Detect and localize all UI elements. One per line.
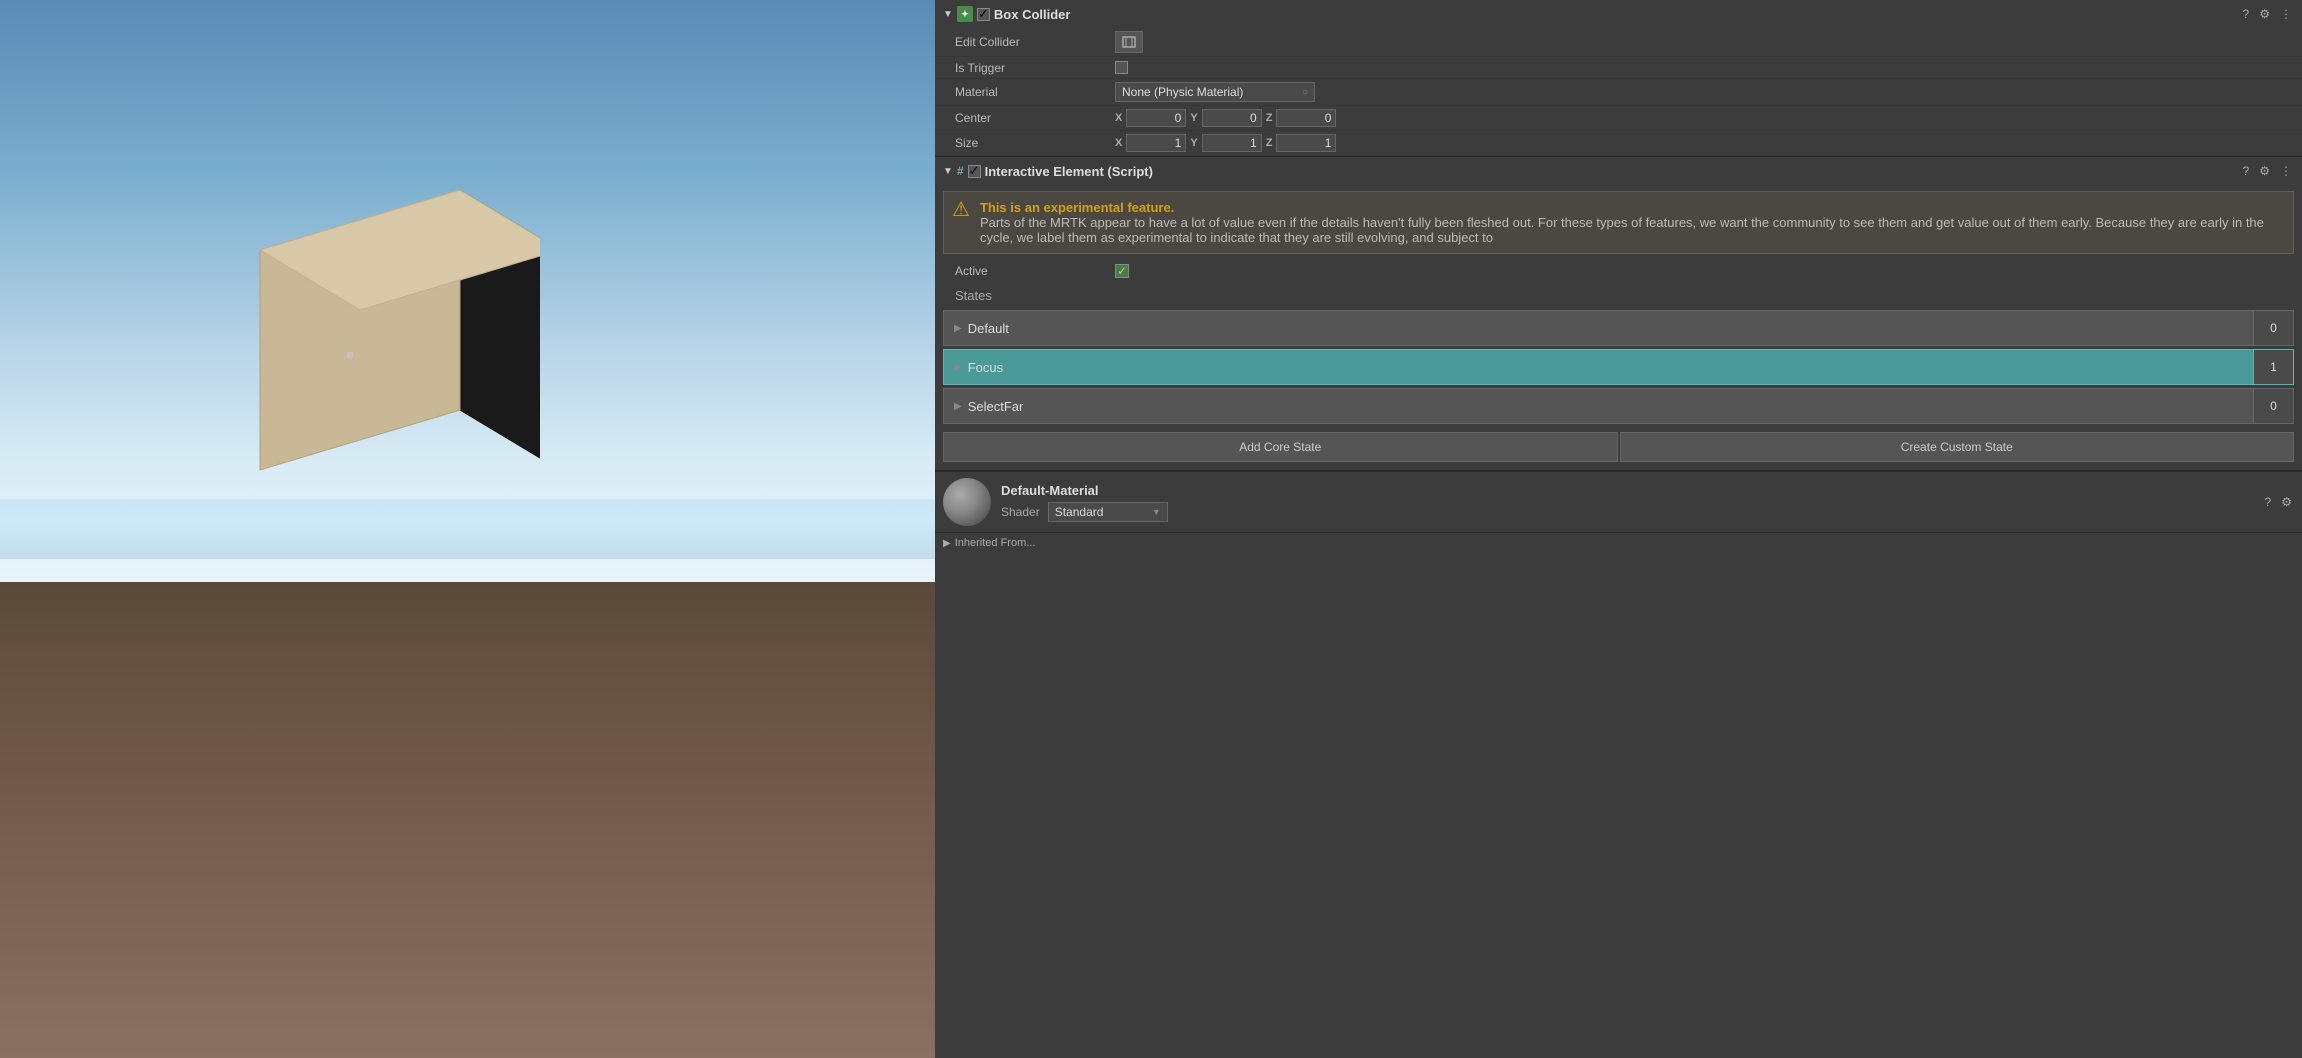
active-checkbox[interactable]: ✓ — [1115, 264, 1129, 278]
states-label: States — [935, 282, 2302, 307]
warning-body: Parts of the MRTK appear to have a lot o… — [980, 215, 2285, 245]
state-default-arrow: ▶ — [954, 323, 962, 334]
warning-triangle-icon: ⚠ — [952, 200, 970, 245]
edit-collider-row: Edit Collider — [935, 28, 2302, 57]
state-content-default[interactable]: ▶ Default — [943, 310, 2254, 346]
interactive-element-menu-icon[interactable]: ⋮ — [2278, 162, 2294, 180]
create-custom-state-button[interactable]: Create Custom State — [1620, 432, 2295, 462]
material-value: None (Physic Material) ○ — [1115, 82, 2294, 102]
interactive-element-help-icon[interactable]: ? — [2241, 162, 2252, 180]
center-label: Center — [955, 111, 1115, 125]
material-name: Default-Material — [1001, 483, 2253, 498]
state-selectfar-arrow: ▶ — [954, 401, 962, 412]
interactive-element-collapse-arrow[interactable]: ▼ — [943, 166, 953, 177]
center-y-label: Y — [1190, 112, 1197, 124]
warning-title: This is an experimental feature. — [980, 200, 2285, 215]
interactive-element-enabled-checkbox[interactable]: ✓ — [968, 165, 981, 178]
ground-background — [0, 582, 935, 1058]
next-section-collapse: ▶ Inherited From... — [935, 532, 2302, 553]
box-collider-right-icons: ? ⚙ ⋮ — [2241, 5, 2294, 23]
center-x-label: X — [1115, 112, 1122, 124]
size-value: X Y Z — [1115, 134, 2294, 152]
material-settings-icon[interactable]: ⚙ — [2279, 493, 2294, 511]
box-collider-collapse-arrow[interactable]: ▼ — [943, 9, 953, 20]
experimental-warning-box: ⚠ This is an experimental feature. Parts… — [943, 191, 2294, 254]
material-preview-ball — [943, 478, 991, 526]
material-help-icon[interactable]: ? — [2263, 493, 2274, 511]
state-row-focus: ▶ Focus 1 — [943, 349, 2294, 385]
box-collider-header: ▼ ✦ ✓ Box Collider ? ⚙ ⋮ — [935, 0, 2302, 28]
state-row-selectfar: ▶ SelectFar 0 — [943, 388, 2294, 424]
size-z-input[interactable] — [1276, 134, 1336, 152]
action-buttons-row: Add Core State Create Custom State — [943, 432, 2294, 462]
state-selectfar-name: SelectFar — [968, 399, 1024, 414]
inspector-panel: ▼ ✦ ✓ Box Collider ? ⚙ ⋮ Edit Collider — [935, 0, 2302, 1058]
state-focus-name: Focus — [968, 360, 1003, 375]
material-dropdown[interactable]: None (Physic Material) ○ — [1115, 82, 1315, 102]
next-section-label: Inherited From... — [955, 537, 1036, 549]
shader-dropdown-text: Standard — [1055, 505, 1104, 519]
size-row: Size X Y Z — [935, 131, 2302, 156]
size-y-input[interactable] — [1202, 134, 1262, 152]
material-dropdown-circle: ○ — [1302, 87, 1308, 98]
state-selectfar-number: 0 — [2254, 388, 2294, 424]
box-collider-enabled-checkbox[interactable]: ✓ — [977, 8, 990, 21]
shader-dropdown[interactable]: Standard ▼ — [1048, 502, 1168, 522]
box-collider-icon: ✦ — [957, 6, 973, 22]
center-x-input[interactable] — [1126, 109, 1186, 127]
material-dropdown-text: None (Physic Material) — [1122, 85, 1243, 99]
state-default-number: 0 — [2254, 310, 2294, 346]
state-content-focus[interactable]: ▶ Focus — [943, 349, 2254, 385]
shader-label: Shader — [1001, 505, 1040, 519]
box-collider-section: ▼ ✦ ✓ Box Collider ? ⚙ ⋮ Edit Collider — [935, 0, 2302, 157]
interactive-element-section: ▼ # ✓ Interactive Element (Script) ? ⚙ ⋮… — [935, 157, 2302, 471]
material-info: Default-Material Shader Standard ▼ — [1001, 483, 2253, 522]
size-z-label: Z — [1266, 137, 1273, 149]
material-right-icons: ? ⚙ — [2263, 493, 2294, 511]
size-x-input[interactable] — [1126, 134, 1186, 152]
is-trigger-label: Is Trigger — [955, 61, 1115, 75]
box-collider-menu-icon[interactable]: ⋮ — [2278, 5, 2294, 23]
is-trigger-value — [1115, 61, 2294, 74]
state-focus-number: 1 — [2254, 349, 2294, 385]
state-row-default: ▶ Default 0 — [943, 310, 2294, 346]
center-value: X Y Z — [1115, 109, 2294, 127]
edit-collider-button[interactable] — [1115, 31, 1143, 53]
shader-row: Shader Standard ▼ — [1001, 502, 2253, 522]
box-collider-title: Box Collider — [994, 7, 2237, 22]
material-label: Material — [955, 85, 1115, 99]
size-y-label: Y — [1190, 137, 1197, 149]
hash-icon: # — [957, 164, 964, 178]
shader-dropdown-arrow: ▼ — [1152, 507, 1161, 517]
warning-content: This is an experimental feature. Parts o… — [980, 200, 2285, 245]
size-label: Size — [955, 136, 1115, 150]
box-collider-help-icon[interactable]: ? — [2241, 5, 2252, 23]
edit-collider-btn-icon — [1121, 35, 1137, 49]
interactive-element-settings-icon[interactable]: ⚙ — [2257, 162, 2272, 180]
material-section: Default-Material Shader Standard ▼ ? ⚙ — [935, 471, 2302, 532]
center-row: Center X Y Z — [935, 106, 2302, 131]
state-default-name: Default — [968, 321, 1009, 336]
3d-cube — [180, 130, 540, 550]
interactive-element-title: Interactive Element (Script) — [985, 164, 2237, 179]
is-trigger-checkbox[interactable] — [1115, 61, 1128, 74]
interactive-element-right-icons: ? ⚙ ⋮ — [2241, 162, 2294, 180]
edit-collider-label: Edit Collider — [955, 35, 1115, 49]
size-x-label: X — [1115, 137, 1122, 149]
box-collider-settings-icon[interactable]: ⚙ — [2257, 5, 2272, 23]
active-label: Active — [955, 264, 1115, 278]
add-core-state-button[interactable]: Add Core State — [943, 432, 1618, 462]
interactive-element-header: ▼ # ✓ Interactive Element (Script) ? ⚙ ⋮ — [935, 157, 2302, 185]
next-section-arrow[interactable]: ▶ — [943, 538, 951, 549]
is-trigger-row: Is Trigger — [935, 57, 2302, 79]
scene-viewport[interactable] — [0, 0, 935, 1058]
center-y-input[interactable] — [1202, 109, 1262, 127]
center-z-label: Z — [1266, 112, 1273, 124]
state-focus-arrow: ▶ — [954, 362, 962, 373]
active-row: Active ✓ — [935, 260, 2302, 282]
edit-collider-value — [1115, 31, 2294, 53]
material-row: Material None (Physic Material) ○ — [935, 79, 2302, 106]
center-z-input[interactable] — [1276, 109, 1336, 127]
state-content-selectfar[interactable]: ▶ SelectFar — [943, 388, 2254, 424]
